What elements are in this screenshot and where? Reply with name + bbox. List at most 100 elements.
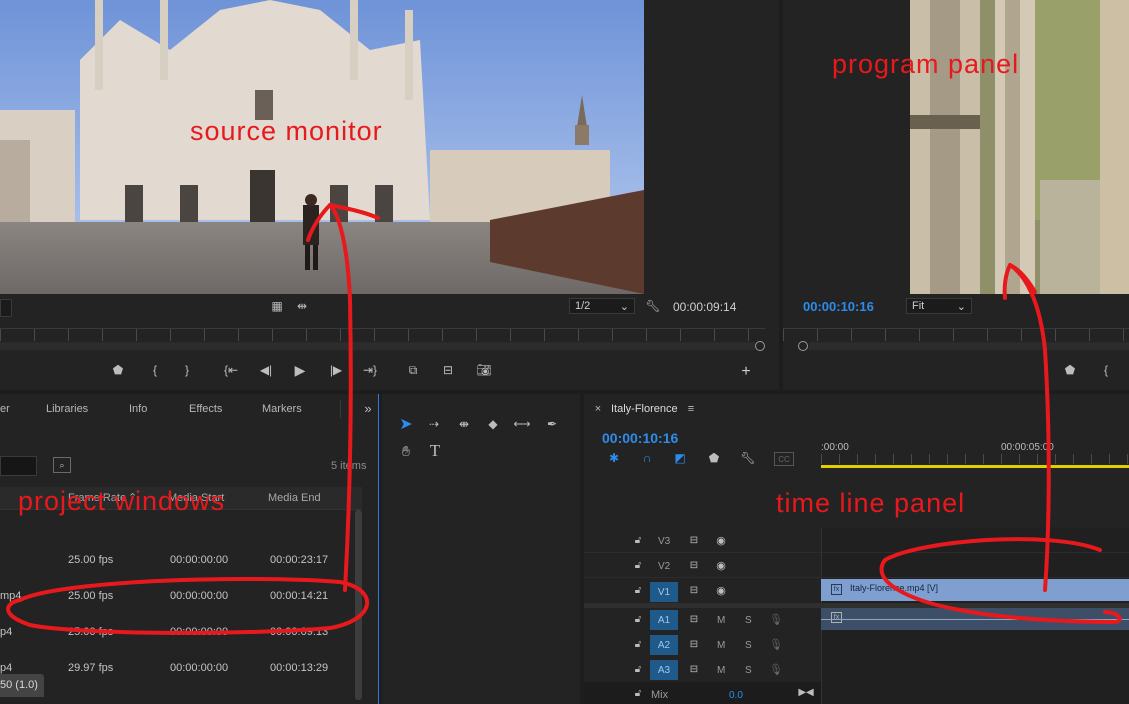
insert-icon[interactable]: ⧉ [403, 362, 423, 378]
annotation-time-line-panel: time line panel [776, 488, 966, 518]
close-icon[interactable]: × [592, 402, 604, 416]
lock-icon[interactable]: 🔓︎ [632, 557, 644, 573]
add-marker-icon[interactable]: ⬟ [706, 450, 722, 466]
sync-lock-icon[interactable]: ⊟ [686, 661, 702, 677]
track-a1-source[interactable]: A1 [650, 610, 678, 630]
program-timecode[interactable]: 00:00:10:16 [803, 299, 874, 314]
wrench-icon[interactable]: 🔧︎ [740, 450, 756, 466]
list-item[interactable]: p4 25.00 fps 00:00:00:00 00:00:09:13 [0, 618, 355, 648]
solo-button[interactable]: S [745, 665, 752, 676]
audio-clip[interactable]: fx [821, 608, 1129, 630]
track-a3-target[interactable]: A3 [650, 660, 678, 680]
microphone-icon[interactable]: 🎙︎ [769, 636, 783, 652]
lock-icon[interactable]: 🔓︎ [632, 685, 644, 701]
column-media-end[interactable]: Media End [268, 492, 321, 504]
add-marker-icon[interactable]: ⬟ [110, 362, 126, 378]
ripple-edit-tool-icon[interactable]: ⇼ [454, 414, 474, 434]
eye-icon[interactable]: ◉ [713, 582, 729, 598]
selection-tool-icon[interactable]: ➤ [396, 414, 416, 434]
item-fps: 25.00 fps [68, 590, 114, 602]
export-frame-icon[interactable]: 📷︎ [475, 362, 493, 378]
project-search-input[interactable] [0, 456, 37, 476]
mute-button[interactable]: M [717, 640, 725, 651]
sync-lock-icon[interactable]: ⊟ [686, 582, 702, 598]
hand-tool-icon[interactable]: ✋︎ [396, 441, 416, 461]
program-fit-select[interactable]: Fit ⌄ [906, 298, 972, 314]
timeline-ruler[interactable] [821, 454, 1129, 464]
drag-audio-icon[interactable]: ⇹ [294, 298, 310, 314]
mark-in-icon[interactable]: { [1099, 362, 1113, 378]
eye-icon[interactable]: ◉ [713, 532, 729, 548]
mark-in-icon[interactable]: { [148, 362, 162, 378]
overwrite-icon[interactable]: ⊟ [438, 362, 458, 378]
snap-nest-icon[interactable]: ✱ [606, 450, 622, 466]
lock-icon[interactable]: 🔓︎ [632, 582, 644, 598]
source-scroll-handle[interactable] [755, 341, 765, 351]
lock-icon[interactable]: 🔓︎ [632, 636, 644, 652]
wrench-icon[interactable]: 🔧︎ [645, 298, 661, 314]
lock-icon[interactable]: 🔓︎ [632, 661, 644, 677]
step-forward-icon[interactable]: |▶︎ [328, 362, 344, 378]
play-icon[interactable]: ▶︎ [292, 362, 308, 378]
program-time-ruler[interactable] [783, 328, 1129, 341]
filmstrip-icon[interactable]: ▦ [270, 298, 284, 314]
eye-icon[interactable]: ◉ [713, 557, 729, 573]
sync-lock-icon[interactable]: ⊟ [686, 636, 702, 652]
audio-level-line[interactable] [821, 619, 1129, 620]
mix-value[interactable]: 0.0 [729, 690, 743, 701]
video-clip[interactable]: fx Italy-Florence.mp4 [V] [821, 579, 1129, 601]
source-scroll-bar[interactable] [0, 342, 755, 350]
step-back-icon[interactable]: ◀︎| [258, 362, 274, 378]
sync-lock-icon[interactable]: ⊟ [686, 532, 702, 548]
captions-icon[interactable]: CC [774, 452, 794, 466]
pen-tool-icon[interactable]: ✒︎ [542, 414, 562, 434]
go-to-end-icon[interactable]: ▶︎◀︎ [798, 684, 813, 700]
slip-tool-icon[interactable]: ⟷ [512, 414, 532, 434]
track-select-tool-icon[interactable]: ⇢ [424, 414, 444, 434]
sequence-tab[interactable]: Italy-Florence [611, 403, 678, 415]
mute-button[interactable]: M [717, 615, 725, 626]
lock-icon[interactable]: 🔓︎ [632, 532, 644, 548]
item-end: 00:00:09:13 [270, 626, 329, 638]
go-to-out-icon[interactable]: ⇥} [361, 362, 379, 378]
tab-project[interactable]: er [0, 403, 10, 415]
lock-icon[interactable]: 🔓︎ [632, 611, 644, 627]
panel-overflow-icon[interactable]: » [361, 400, 375, 416]
program-scroll-bar[interactable] [809, 342, 1129, 350]
solo-button[interactable]: S [745, 615, 752, 626]
source-zoom-select[interactable]: 1/2 ⌄ [569, 298, 635, 314]
add-button-icon[interactable]: + [738, 363, 754, 380]
ruler-label: :00:00 [821, 442, 849, 453]
solo-button[interactable]: S [745, 640, 752, 651]
sync-lock-icon[interactable]: ⊟ [686, 557, 702, 573]
microphone-icon[interactable]: 🎙︎ [769, 611, 783, 627]
list-item[interactable]: mp4 25.00 fps 00:00:00:00 00:00:14:21 [0, 582, 355, 612]
mark-out-icon[interactable]: } [180, 362, 194, 378]
list-item[interactable]: p4 29.97 fps 00:00:00:00 00:00:13:29 [0, 654, 355, 684]
project-scrollbar[interactable] [355, 510, 362, 700]
tab-info[interactable]: Info [129, 403, 147, 415]
work-area-bar[interactable] [821, 465, 1129, 468]
add-marker-icon[interactable]: ⬟ [1062, 362, 1078, 378]
item-start: 00:00:00:00 [170, 662, 229, 674]
snap-icon[interactable]: ∩ [639, 450, 655, 466]
microphone-icon[interactable]: 🎙︎ [769, 661, 783, 677]
track-v1-target[interactable]: V1 [650, 582, 678, 602]
menu-icon[interactable]: ≡ [685, 402, 697, 416]
program-scroll-handle[interactable] [798, 341, 808, 351]
tab-libraries[interactable]: Libraries [46, 403, 88, 415]
track-a2-target[interactable]: A2 [650, 635, 678, 655]
go-to-in-icon[interactable]: {⇤ [222, 362, 240, 378]
timeline-timecode[interactable]: 00:00:10:16 [602, 430, 678, 446]
source-zoom-left-select[interactable] [0, 299, 12, 317]
find-icon[interactable]: ⌕ [53, 457, 71, 473]
tab-effects[interactable]: Effects [189, 403, 222, 415]
type-tool-icon[interactable]: T [425, 441, 445, 461]
linked-selection-icon[interactable]: ◩ [672, 450, 688, 466]
sync-lock-icon[interactable]: ⊟ [686, 611, 702, 627]
list-item[interactable]: 25.00 fps 00:00:00:00 00:00:23:17 [0, 546, 355, 576]
source-time-ruler[interactable] [0, 328, 765, 341]
tab-markers[interactable]: Markers [262, 403, 302, 415]
razor-tool-icon[interactable]: ◆ [483, 414, 503, 434]
mute-button[interactable]: M [717, 665, 725, 676]
